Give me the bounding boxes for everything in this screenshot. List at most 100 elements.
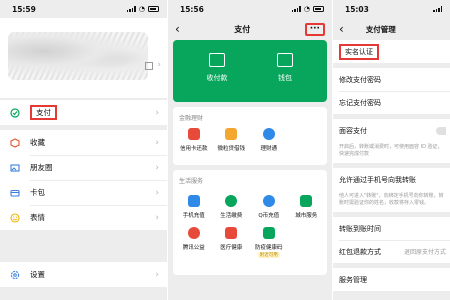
service-label: 防疫健康码 (254, 245, 283, 251)
service-licaitong[interactable]: 理财通 (250, 128, 288, 152)
row-real-name-auth[interactable]: 实名认证 (333, 40, 450, 63)
face-pay-toggle[interactable] (436, 126, 446, 135)
wifi-icon: ◔ (138, 5, 145, 13)
status-time: 15:59 (12, 4, 36, 14)
menu-item-pay[interactable]: 支付 › (0, 100, 167, 125)
moments-image-icon (10, 163, 20, 173)
nav-bar: ‹ 支付管理 (333, 18, 450, 40)
qr-code-icon[interactable] (145, 62, 153, 70)
menu-item-favorites[interactable]: 收藏 › (0, 130, 167, 155)
wallet-icon (277, 53, 293, 67)
qq-penguin-icon (262, 195, 275, 207)
pay-screen: 15:56 ◔ ‹ 支付 ··· 收付款 钱包 金融理财 信用卡还款 微粒贷借钱… (168, 0, 332, 300)
row-face-pay[interactable]: 面容支付 (333, 119, 450, 142)
leaf-icon (225, 195, 238, 207)
service-utility-bills[interactable]: 生活缴费 (213, 195, 251, 219)
nav-bar: ‹ 支付 ··· (168, 18, 332, 40)
card-wallet-icon (10, 188, 20, 198)
pay-green-card: 收付款 钱包 (173, 40, 327, 102)
service-label: 生活缴费 (220, 213, 243, 219)
page-title: 支付管理 (365, 24, 396, 34)
scan-pay-icon (209, 53, 225, 67)
menu-label-moments: 朋友圈 (30, 163, 53, 172)
menu-section: 收藏 › 朋友圈 › 卡包 › 表情 › (0, 130, 167, 230)
pay-check-icon (10, 107, 20, 118)
menu-label-emoji: 表情 (30, 213, 45, 222)
service-phone-topup[interactable]: 手机充值 (175, 195, 213, 219)
row-label: 忘记支付密码 (339, 98, 381, 107)
menu-item-emoji[interactable]: 表情 › (0, 205, 167, 230)
me-screen: 15:59 ◔ › 支付 › 收藏 › 朋友圈 › 卡包 › 表情 › 设置 › (0, 0, 167, 300)
row-label: 面容支付 (339, 126, 367, 135)
row-phone-transfer[interactable]: 允许通过手机号向我转账 (333, 168, 450, 191)
menu-item-settings[interactable]: 设置 › (0, 262, 167, 287)
menu-label-favorites: 收藏 (30, 138, 45, 147)
service-label: 城市服务 (295, 213, 318, 219)
row-label: 服务管理 (339, 275, 367, 284)
row-change-pay-password[interactable]: 修改支付密码 (333, 68, 450, 91)
row-forgot-pay-password[interactable]: 忘记支付密码 (333, 91, 450, 114)
row-label: 实名认证 (339, 43, 379, 60)
status-bar: 15:03 (333, 0, 450, 18)
wallet-label: 钱包 (278, 74, 292, 82)
chevron-right-icon: › (155, 137, 159, 148)
chevron-right-icon: › (157, 60, 161, 70)
chevron-right-icon: › (155, 162, 159, 173)
settings-gear-icon (10, 270, 20, 280)
chevron-right-icon: › (155, 269, 159, 280)
pay-code-label: 收付款 (206, 74, 228, 82)
service-medical-health[interactable]: 医疗健康 (213, 227, 251, 258)
service-label: 手机充值 (182, 213, 205, 219)
status-bar: 15:59 ◔ (0, 0, 167, 18)
service-tencent-charity[interactable]: 腾讯公益 (175, 227, 213, 258)
health-qr-code-icon (262, 227, 275, 239)
service-label: 微粒贷借钱 (217, 146, 245, 152)
page-title: 支付 (234, 24, 251, 34)
menu-item-card-wallet[interactable]: 卡包 › (0, 180, 167, 205)
wallet-button[interactable]: 钱包 (255, 53, 315, 83)
medical-cross-icon (225, 227, 238, 239)
row-label: 红包退款方式 (339, 247, 381, 256)
back-arrow-icon[interactable]: ‹ (175, 22, 180, 36)
service-city-services[interactable]: 城市服务 (288, 195, 326, 219)
settings-section: 设置 › (0, 262, 167, 287)
pay-code-button[interactable]: 收付款 (187, 53, 247, 83)
chevron-right-icon: › (155, 212, 159, 223)
blurred-profile-info (8, 32, 148, 80)
charity-heart-icon (187, 227, 200, 239)
row-transfer-arrival-time[interactable]: 转账到账时间 (333, 217, 450, 240)
service-weilidai[interactable]: 微粒贷借钱 (213, 128, 251, 152)
wealth-drop-icon (262, 128, 275, 140)
row-red-packet-refund[interactable]: 红包退款方式 退回原支付方式 (333, 240, 450, 263)
service-health-code[interactable]: 防疫健康码 附近可用 (250, 227, 288, 258)
service-label: 理财通 (260, 146, 277, 152)
profile-header[interactable]: › (0, 18, 167, 98)
life-services-card: 生活服务 手机充值 生活缴费 Q币充值 城市服务 腾讯公益 医疗健康 防疫健康码… (173, 170, 327, 275)
menu-item-moments[interactable]: 朋友圈 › (0, 155, 167, 180)
service-qcoin-topup[interactable]: Q币充值 (250, 195, 288, 219)
loan-icon (225, 128, 238, 140)
phone-transfer-description: 他人可进入"转账"，向绑定手机号向你转账，转账时需验证你的姓名，收款将存入零钱。 (333, 191, 450, 212)
phone-icon (187, 195, 200, 207)
menu-label-card-wallet: 卡包 (30, 188, 45, 197)
favorites-cube-icon (10, 137, 20, 148)
back-arrow-icon[interactable]: ‹ (339, 22, 344, 36)
signal-icon (126, 6, 136, 12)
row-service-management[interactable]: 服务管理 (333, 268, 450, 291)
face-pay-description: 开启后，转账或消费时，可使用面容 ID 验证，快速完成付款 (333, 142, 450, 163)
finance-title: 金融理财 (179, 115, 204, 122)
menu-label-settings: 设置 (30, 270, 45, 279)
row-label: 允许通过手机号向我转账 (339, 175, 416, 184)
more-options-button[interactable]: ··· (304, 22, 325, 36)
status-bar: 15:56 ◔ (168, 0, 332, 18)
battery-icon (313, 6, 324, 12)
signal-icon (291, 6, 301, 12)
wifi-icon: ◔ (303, 5, 310, 13)
credit-card-icon (187, 128, 200, 140)
service-credit-card-repay[interactable]: 信用卡还款 (175, 128, 213, 152)
emoji-icon (10, 212, 20, 223)
finance-card: 金融理财 信用卡还款 微粒贷借钱 理财通 (173, 107, 327, 165)
nearby-available-tag: 附近可用 (257, 252, 280, 258)
service-label: 信用卡还款 (179, 146, 208, 152)
life-title: 生活服务 (179, 178, 204, 185)
